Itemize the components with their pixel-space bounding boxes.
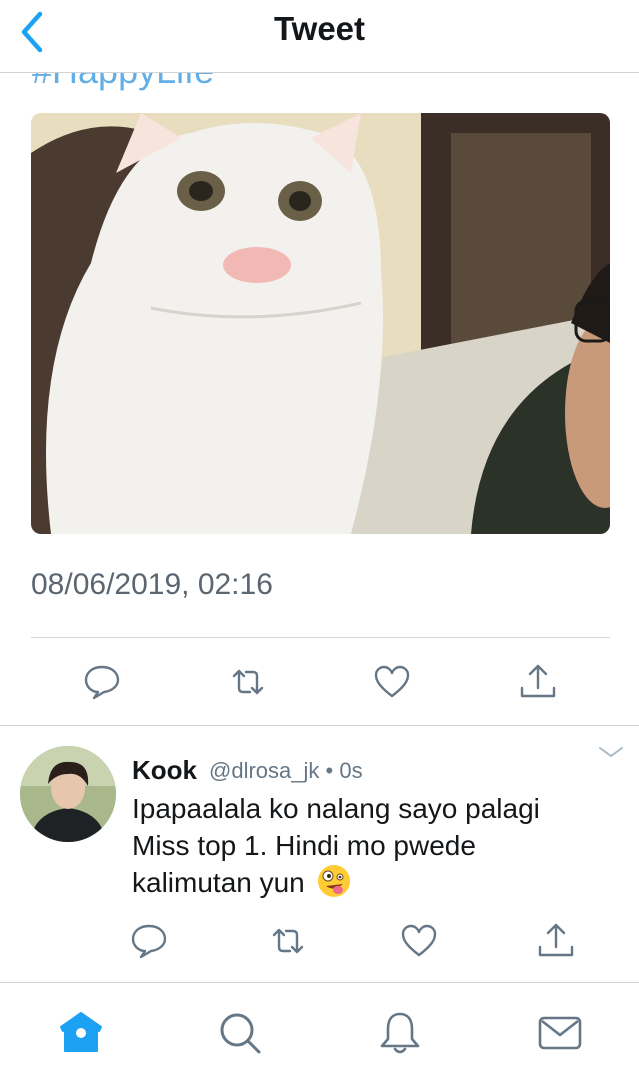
- messages-icon[interactable]: [536, 1009, 584, 1057]
- reply-icon[interactable]: [82, 662, 122, 702]
- divider: [31, 637, 610, 638]
- zany-face-emoji-icon: [317, 865, 350, 897]
- like-heart-icon[interactable]: [399, 921, 439, 961]
- reply-text-line: Ipapaalala ko nalang sayo palagi: [132, 793, 540, 824]
- avatar[interactable]: [20, 746, 116, 842]
- home-icon[interactable]: [57, 1009, 105, 1057]
- like-heart-icon[interactable]: [372, 662, 412, 702]
- notifications-icon[interactable]: [376, 1009, 424, 1057]
- bottom-tab-bar: [0, 982, 639, 1080]
- share-icon[interactable]: [518, 662, 558, 702]
- retweet-icon[interactable]: [268, 921, 308, 961]
- reply-time: 0s: [339, 758, 363, 783]
- search-icon[interactable]: [216, 1009, 264, 1057]
- page-title: Tweet: [273, 10, 366, 47]
- tweet-photo[interactable]: [31, 113, 610, 534]
- retweet-icon[interactable]: [228, 662, 268, 702]
- share-icon[interactable]: [536, 921, 576, 961]
- reply-icon[interactable]: [129, 921, 169, 961]
- cat-photo-image: [31, 113, 610, 534]
- reply-author-handle: @dlrosa_jk: [209, 758, 320, 783]
- nav-header: Tweet: [0, 0, 639, 73]
- avatar-image: [20, 746, 116, 842]
- divider: [0, 725, 639, 726]
- reply-text-line: Miss top 1. Hindi mo pwede: [132, 830, 476, 861]
- chevron-down-icon[interactable]: [596, 742, 626, 762]
- reply-author-name[interactable]: Kook: [132, 755, 197, 786]
- reply-author-meta[interactable]: @dlrosa_jk • 0s: [209, 758, 363, 784]
- reply-text-line: kalimutan yun: [132, 864, 602, 901]
- tweet-timestamp: 08/06/2019, 02:16: [31, 568, 273, 601]
- reply-text: Ipapaalala ko nalang sayo palagi Miss to…: [132, 790, 602, 901]
- dot-separator: •: [325, 758, 340, 783]
